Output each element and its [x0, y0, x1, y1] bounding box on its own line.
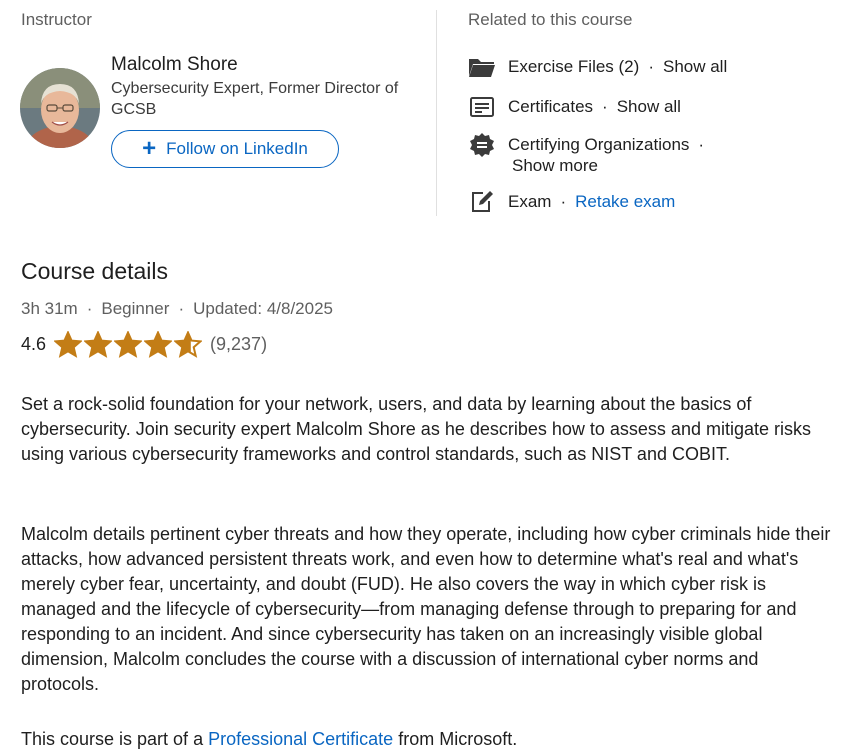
rating-count[interactable]: (9,237) [210, 334, 267, 355]
certifying-organizations-label[interactable]: Certifying Organizations [508, 135, 689, 155]
certificates-label[interactable]: Certificates [508, 97, 593, 117]
folder-icon [468, 54, 496, 80]
certifying-organizations-show-more-link[interactable]: Show more [512, 156, 768, 176]
related-item-certifying-organizations: Certifying Organizations · Show more [468, 132, 768, 176]
course-rating: 4.6 (9,237) [21, 331, 267, 358]
related-item-certificates: Certificates · Show all [468, 94, 681, 120]
star-icon [174, 331, 203, 358]
course-level: Beginner [101, 299, 170, 318]
star-icon [54, 331, 83, 358]
certificate-icon [468, 94, 496, 120]
related-item-exercise-files: Exercise Files (2) · Show all [468, 54, 727, 80]
avatar-photo [20, 68, 100, 148]
badge-seal-icon [468, 132, 496, 158]
related-section-label: Related to this course [468, 10, 633, 29]
instructor-section-label: Instructor [21, 10, 92, 29]
course-description-paragraph-1: Set a rock-solid foundation for your net… [21, 394, 811, 464]
related-item-exam: Exam · Retake exam [468, 189, 675, 215]
part-of-prefix: This course is part of a [21, 729, 204, 749]
professional-certificate-link[interactable]: Professional Certificate [208, 729, 393, 749]
instructor-name[interactable]: Malcolm Shore [111, 54, 238, 76]
part-of-suffix: from Microsoft. [398, 729, 518, 749]
retake-exam-link[interactable]: Retake exam [575, 192, 675, 212]
course-part-of-line: This course is part of a Professional Ce… [21, 727, 836, 752]
rating-value: 4.6 [21, 334, 47, 354]
follow-button-label: Follow on LinkedIn [166, 139, 308, 158]
certificates-show-all-link[interactable]: Show all [617, 97, 681, 117]
exam-edit-icon [468, 189, 496, 215]
instructor-title: Cybersecurity Expert, Former Director of… [111, 80, 399, 118]
course-duration: 3h 31m [21, 299, 78, 318]
course-description-paragraph-2: Malcolm details pertinent cyber threats … [21, 524, 831, 694]
plus-icon: + [142, 135, 157, 162]
course-meta: 3h 31m · Beginner · Updated: 4/8/2025 [21, 299, 334, 318]
course-details-heading: Course details [21, 258, 169, 284]
follow-on-linkedin-button[interactable]: + Follow on LinkedIn [111, 130, 339, 168]
exercise-files-show-all-link[interactable]: Show all [663, 57, 727, 77]
star-icon [144, 331, 173, 358]
exam-label[interactable]: Exam [508, 192, 551, 212]
column-divider [436, 10, 437, 216]
course-updated: Updated: 4/8/2025 [193, 299, 334, 318]
exercise-files-label[interactable]: Exercise Files (2) [508, 57, 639, 77]
instructor-avatar[interactable] [20, 68, 100, 148]
star-icon [114, 331, 143, 358]
star-icon [84, 331, 113, 358]
rating-stars [54, 331, 203, 358]
